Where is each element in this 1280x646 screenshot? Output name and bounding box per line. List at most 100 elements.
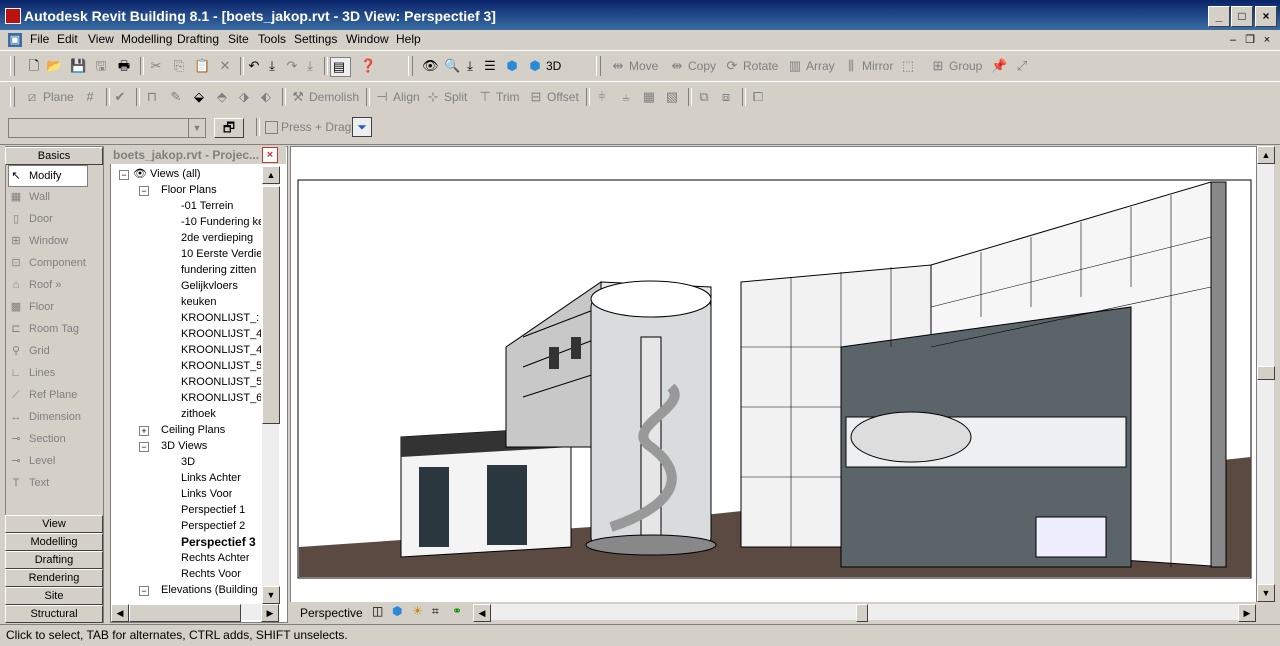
group-button[interactable]: ⊞ Group bbox=[930, 57, 983, 75]
tree-item[interactable]: KROONLIJST_4 bbox=[181, 342, 261, 358]
tree-item[interactable]: fundering zitten bbox=[181, 262, 256, 278]
print-icon[interactable]: 🖶 bbox=[116, 57, 135, 75]
eyedropper-icon[interactable]: ✎ bbox=[168, 88, 187, 106]
tree-node-floor-plans[interactable]: Floor Plans bbox=[161, 182, 217, 198]
design-item-modify[interactable]: ↖ Modify bbox=[8, 165, 88, 187]
menu-edit[interactable]: Edit bbox=[57, 32, 78, 46]
undo-icon[interactable]: ↶ bbox=[246, 57, 265, 75]
link-icon[interactable]: ⤢ bbox=[1014, 57, 1033, 75]
shading-icon[interactable]: ⬢ bbox=[392, 604, 402, 618]
tree-item[interactable]: Gelijkvloers bbox=[181, 278, 238, 294]
minimize-button[interactable]: _ bbox=[1208, 6, 1230, 27]
zoom-icon[interactable]: 🔍 bbox=[444, 57, 463, 75]
view-vertical-scrollbar[interactable]: ▲ ▼ bbox=[1257, 146, 1275, 602]
paste-aligned-icon[interactable]: ⫨ bbox=[618, 88, 637, 106]
tree-item[interactable]: -10 Fundering ke bbox=[181, 214, 261, 230]
design-tab-basics[interactable]: Basics bbox=[5, 147, 103, 165]
chevron-down-icon[interactable]: ▼ bbox=[188, 119, 205, 137]
align-button[interactable]: ⊣ Align bbox=[374, 88, 419, 106]
grid-toggle-icon[interactable]: # bbox=[82, 88, 101, 106]
copy-to-clipboard-icon[interactable]: ⫩ bbox=[594, 88, 613, 106]
tree-node-3d-views[interactable]: 3D Views bbox=[161, 438, 207, 454]
expand-icon[interactable]: + bbox=[139, 426, 149, 436]
cut-icon[interactable]: ✂ bbox=[148, 57, 167, 75]
menu-window[interactable]: Window bbox=[346, 32, 389, 46]
design-item-section[interactable]: ⊸ Section bbox=[9, 429, 65, 449]
menu-view[interactable]: View bbox=[88, 32, 114, 46]
scroll-thumb[interactable] bbox=[1257, 366, 1275, 380]
collapse-icon[interactable]: − bbox=[139, 442, 149, 452]
collapse-icon[interactable]: − bbox=[139, 586, 149, 596]
collapse-icon[interactable]: − bbox=[139, 186, 149, 196]
maximize-button[interactable]: □ bbox=[1231, 6, 1253, 27]
menu-file[interactable]: File bbox=[30, 32, 49, 46]
design-item-level[interactable]: ⊸ Level bbox=[9, 451, 55, 471]
spelling-icon[interactable]: ✔ bbox=[112, 88, 131, 106]
design-tab-drafting[interactable]: Drafting bbox=[5, 551, 103, 569]
design-tab-site[interactable]: Site bbox=[5, 587, 103, 605]
unhide-element-icon[interactable]: ⧈ bbox=[718, 88, 737, 106]
design-item-lines[interactable]: ∟ Lines bbox=[9, 363, 56, 383]
menu-tools[interactable]: Tools bbox=[258, 32, 286, 46]
tree-item[interactable]: 3D bbox=[181, 454, 195, 470]
design-item-component[interactable]: ⊡ Component bbox=[9, 253, 85, 273]
hide-isolate-icon[interactable]: ⚭ bbox=[452, 604, 462, 618]
dimension-lock-icon[interactable]: ⧠ bbox=[750, 88, 769, 106]
scroll-left-icon[interactable]: ◀ bbox=[111, 604, 129, 622]
scroll-thumb[interactable] bbox=[262, 186, 280, 424]
tree-item[interactable]: Links Achter bbox=[181, 470, 241, 486]
mirror-button[interactable]: ⫼ Mirror bbox=[843, 57, 893, 75]
whats-this-help-icon[interactable]: ❓ bbox=[360, 57, 379, 75]
tree-item[interactable]: Rechts Achter bbox=[181, 550, 249, 566]
rotate-button[interactable]: ⟳ Rotate bbox=[724, 57, 779, 75]
scroll-thumb[interactable] bbox=[856, 604, 868, 622]
design-tab-structural[interactable]: Structural bbox=[5, 605, 103, 623]
menu-help[interactable]: Help bbox=[396, 32, 421, 46]
tree-node-ceiling-plans[interactable]: Ceiling Plans bbox=[161, 422, 225, 438]
toolbar-grip[interactable] bbox=[10, 87, 15, 107]
tree-item[interactable]: keuken bbox=[181, 294, 216, 310]
paint-icon[interactable]: ⬙ bbox=[191, 88, 210, 106]
scroll-down-icon[interactable]: ▼ bbox=[1257, 584, 1275, 602]
design-item-grid[interactable]: ⚲ Grid bbox=[9, 341, 50, 361]
design-item-text[interactable]: T Text bbox=[9, 473, 50, 493]
tree-item[interactable]: Rechts Voor bbox=[181, 566, 241, 582]
press-drag-checkbox[interactable] bbox=[265, 121, 278, 134]
tree-item-active-view[interactable]: Perspectief 3 bbox=[181, 534, 256, 550]
tree-node-elevations[interactable]: Elevations (Building E bbox=[161, 582, 261, 598]
browser-vertical-scrollbar[interactable]: ▲ ▼ bbox=[262, 166, 280, 604]
toolbar-grip[interactable] bbox=[408, 56, 413, 76]
design-item-dimension[interactable]: ↔ Dimension bbox=[9, 407, 81, 427]
ungroup-icon[interactable]: ▧ bbox=[664, 88, 683, 106]
redo-icon[interactable]: ↷ bbox=[284, 57, 303, 75]
toolbar-grip[interactable] bbox=[10, 56, 15, 76]
crop-view-icon[interactable]: ⌗ bbox=[432, 604, 439, 619]
pin-icon[interactable]: 📌 bbox=[991, 57, 1010, 75]
browser-horizontal-scrollbar[interactable]: ◀ ▶ bbox=[111, 604, 279, 622]
design-tab-modelling[interactable]: Modelling bbox=[5, 533, 103, 551]
offset-button[interactable]: ⊟ Offset bbox=[528, 88, 579, 106]
visibility-graphics-icon[interactable]: ☰ bbox=[482, 57, 501, 75]
scroll-up-icon[interactable]: ▲ bbox=[262, 166, 280, 184]
tree-item[interactable]: KROONLIJST_: bbox=[181, 310, 259, 326]
mdi-minimize-button[interactable]: – bbox=[1226, 33, 1240, 47]
delete-icon[interactable]: ✕ bbox=[217, 57, 236, 75]
save-to-central-icon[interactable]: 🖫 bbox=[93, 57, 112, 75]
design-tab-rendering[interactable]: Rendering bbox=[5, 569, 103, 587]
design-item-ref-plane[interactable]: ⟋ Ref Plane bbox=[9, 385, 77, 405]
scroll-thumb[interactable] bbox=[129, 604, 241, 622]
join-geometry-icon[interactable]: ⬗ bbox=[236, 88, 255, 106]
scroll-right-icon[interactable]: ▶ bbox=[261, 604, 279, 622]
view-horizontal-scrollbar[interactable]: ◀ ▶ bbox=[473, 604, 1256, 622]
type-selector[interactable]: ▼ bbox=[8, 118, 206, 138]
tree-item[interactable]: 10 Eerste Verdie bbox=[181, 246, 261, 262]
copy-button[interactable]: ⇹ Copy bbox=[669, 57, 716, 75]
tree-node-views-all[interactable]: 👁 Views (all) bbox=[133, 166, 201, 182]
sun-shadows-icon[interactable]: ☀ bbox=[412, 604, 423, 618]
close-button[interactable]: × bbox=[1255, 6, 1277, 27]
scroll-left-icon[interactable]: ◀ bbox=[473, 604, 491, 622]
linework-icon[interactable]: ⊓ bbox=[144, 88, 163, 106]
view-properties-eye-icon[interactable]: 👁 bbox=[422, 57, 441, 75]
close-icon[interactable]: × bbox=[262, 147, 278, 163]
menu-site[interactable]: Site bbox=[228, 32, 249, 46]
